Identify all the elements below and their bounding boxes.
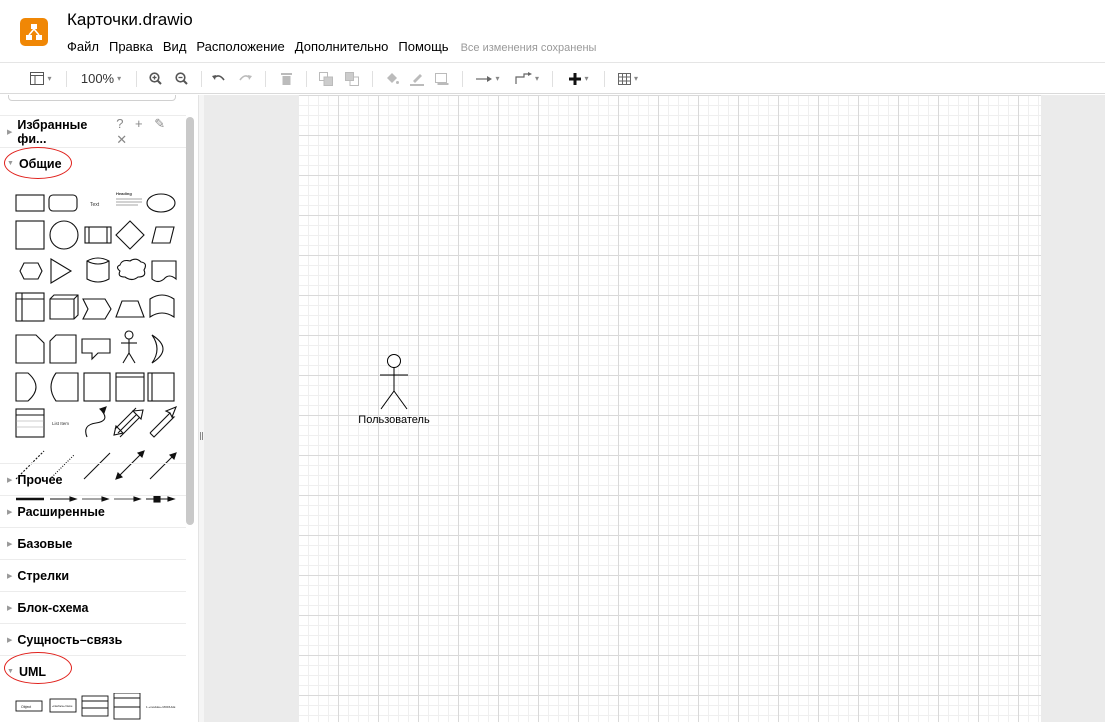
- uml-object-label: Object: [21, 705, 31, 709]
- uml-module-label: 1 «module» MODULE: [146, 705, 175, 709]
- section-arrows-label: Стрелки: [17, 568, 70, 583]
- list-item-shape-label: List Item: [52, 421, 69, 426]
- section-entity-relation[interactable]: ▶ Сущность–связь: [0, 623, 186, 655]
- section-basic[interactable]: ▶ Базовые: [0, 527, 186, 559]
- section-advanced-label: Расширенные: [17, 504, 105, 519]
- table-icon[interactable]: ▾: [612, 63, 644, 94]
- waypoints-icon[interactable]: ▾: [510, 63, 544, 94]
- section-favorites-label: Избранные фи...: [17, 117, 88, 146]
- section-misc[interactable]: ▶ Прочее: [0, 463, 186, 495]
- section-misc-label: Прочее: [17, 472, 63, 487]
- file-title[interactable]: Карточки.drawio: [67, 10, 193, 30]
- section-entity-relation-label: Сущность–связь: [17, 632, 123, 647]
- section-advanced[interactable]: ▶ Расширенные: [0, 495, 186, 527]
- delete-icon[interactable]: [276, 63, 296, 94]
- highlight-oval-uml: [4, 652, 72, 684]
- section-arrows[interactable]: ▶ Стрелки: [0, 559, 186, 591]
- undo-icon[interactable]: [209, 63, 229, 94]
- section-flowchart[interactable]: ▶ Блок-схема: [0, 591, 186, 623]
- actor-label[interactable]: Пользователь: [344, 414, 444, 426]
- zoom-value: 100%: [80, 71, 115, 86]
- line-color-icon[interactable]: [407, 63, 427, 94]
- shape-search-input[interactable]: [8, 95, 176, 101]
- zoom-dropdown[interactable]: 100% ▾: [76, 63, 126, 94]
- actor-shape[interactable]: [376, 353, 412, 411]
- connection-style-icon[interactable]: ▾: [472, 63, 504, 94]
- section-basic-label: Базовые: [17, 536, 73, 551]
- toolbar: ▾ 100% ▾ ▾ ▾ ▾ ▾: [0, 62, 1105, 94]
- section-favorites[interactable]: ▶ Избранные фи... ? + ✎ ✕: [0, 115, 186, 147]
- save-status: Все изменения сохранены: [460, 42, 597, 54]
- menu-view[interactable]: Вид: [163, 39, 187, 54]
- section-flowchart-label: Блок-схема: [17, 600, 89, 615]
- menu-arrange[interactable]: Расположение: [196, 39, 284, 54]
- menu-bar: Файл Правка Вид Расположение Дополнитель…: [67, 39, 596, 54]
- heading-shape-label: Heading: [116, 191, 132, 196]
- drawio-logo-icon[interactable]: [20, 18, 48, 46]
- to-back-icon[interactable]: [342, 63, 362, 94]
- to-front-icon[interactable]: [316, 63, 336, 94]
- menu-file[interactable]: Файл: [67, 39, 99, 54]
- favorites-actions[interactable]: ? + ✎ ✕: [116, 116, 186, 148]
- splitter-grip-icon[interactable]: [200, 432, 203, 440]
- fill-color-icon[interactable]: [382, 63, 402, 94]
- uml-interface-label: «interface» Name: [52, 704, 73, 708]
- shapes-sidebar: ▶ Избранные фи... ? + ✎ ✕ ▼ Общие Text H…: [0, 95, 198, 722]
- menu-extras[interactable]: Дополнительно: [295, 39, 389, 54]
- highlight-oval-general: [4, 147, 72, 179]
- uml-shapes-palette[interactable]: Object «interface» Name 1 «module» MODUL…: [14, 693, 180, 721]
- redo-icon[interactable]: [235, 63, 255, 94]
- sidebar-scrollbar[interactable]: [186, 117, 194, 525]
- zoom-in-icon[interactable]: [145, 63, 165, 94]
- zoom-out-icon[interactable]: [171, 63, 191, 94]
- header: Карточки.drawio Файл Правка Вид Располож…: [0, 0, 1105, 62]
- insert-plus-icon[interactable]: ▾: [562, 63, 596, 94]
- shadow-icon[interactable]: [432, 63, 452, 94]
- menu-help[interactable]: Помощь: [398, 39, 448, 54]
- panel-layout-icon[interactable]: ▾: [26, 63, 56, 94]
- text-shape-label: Text: [90, 202, 100, 208]
- menu-edit[interactable]: Правка: [109, 39, 153, 54]
